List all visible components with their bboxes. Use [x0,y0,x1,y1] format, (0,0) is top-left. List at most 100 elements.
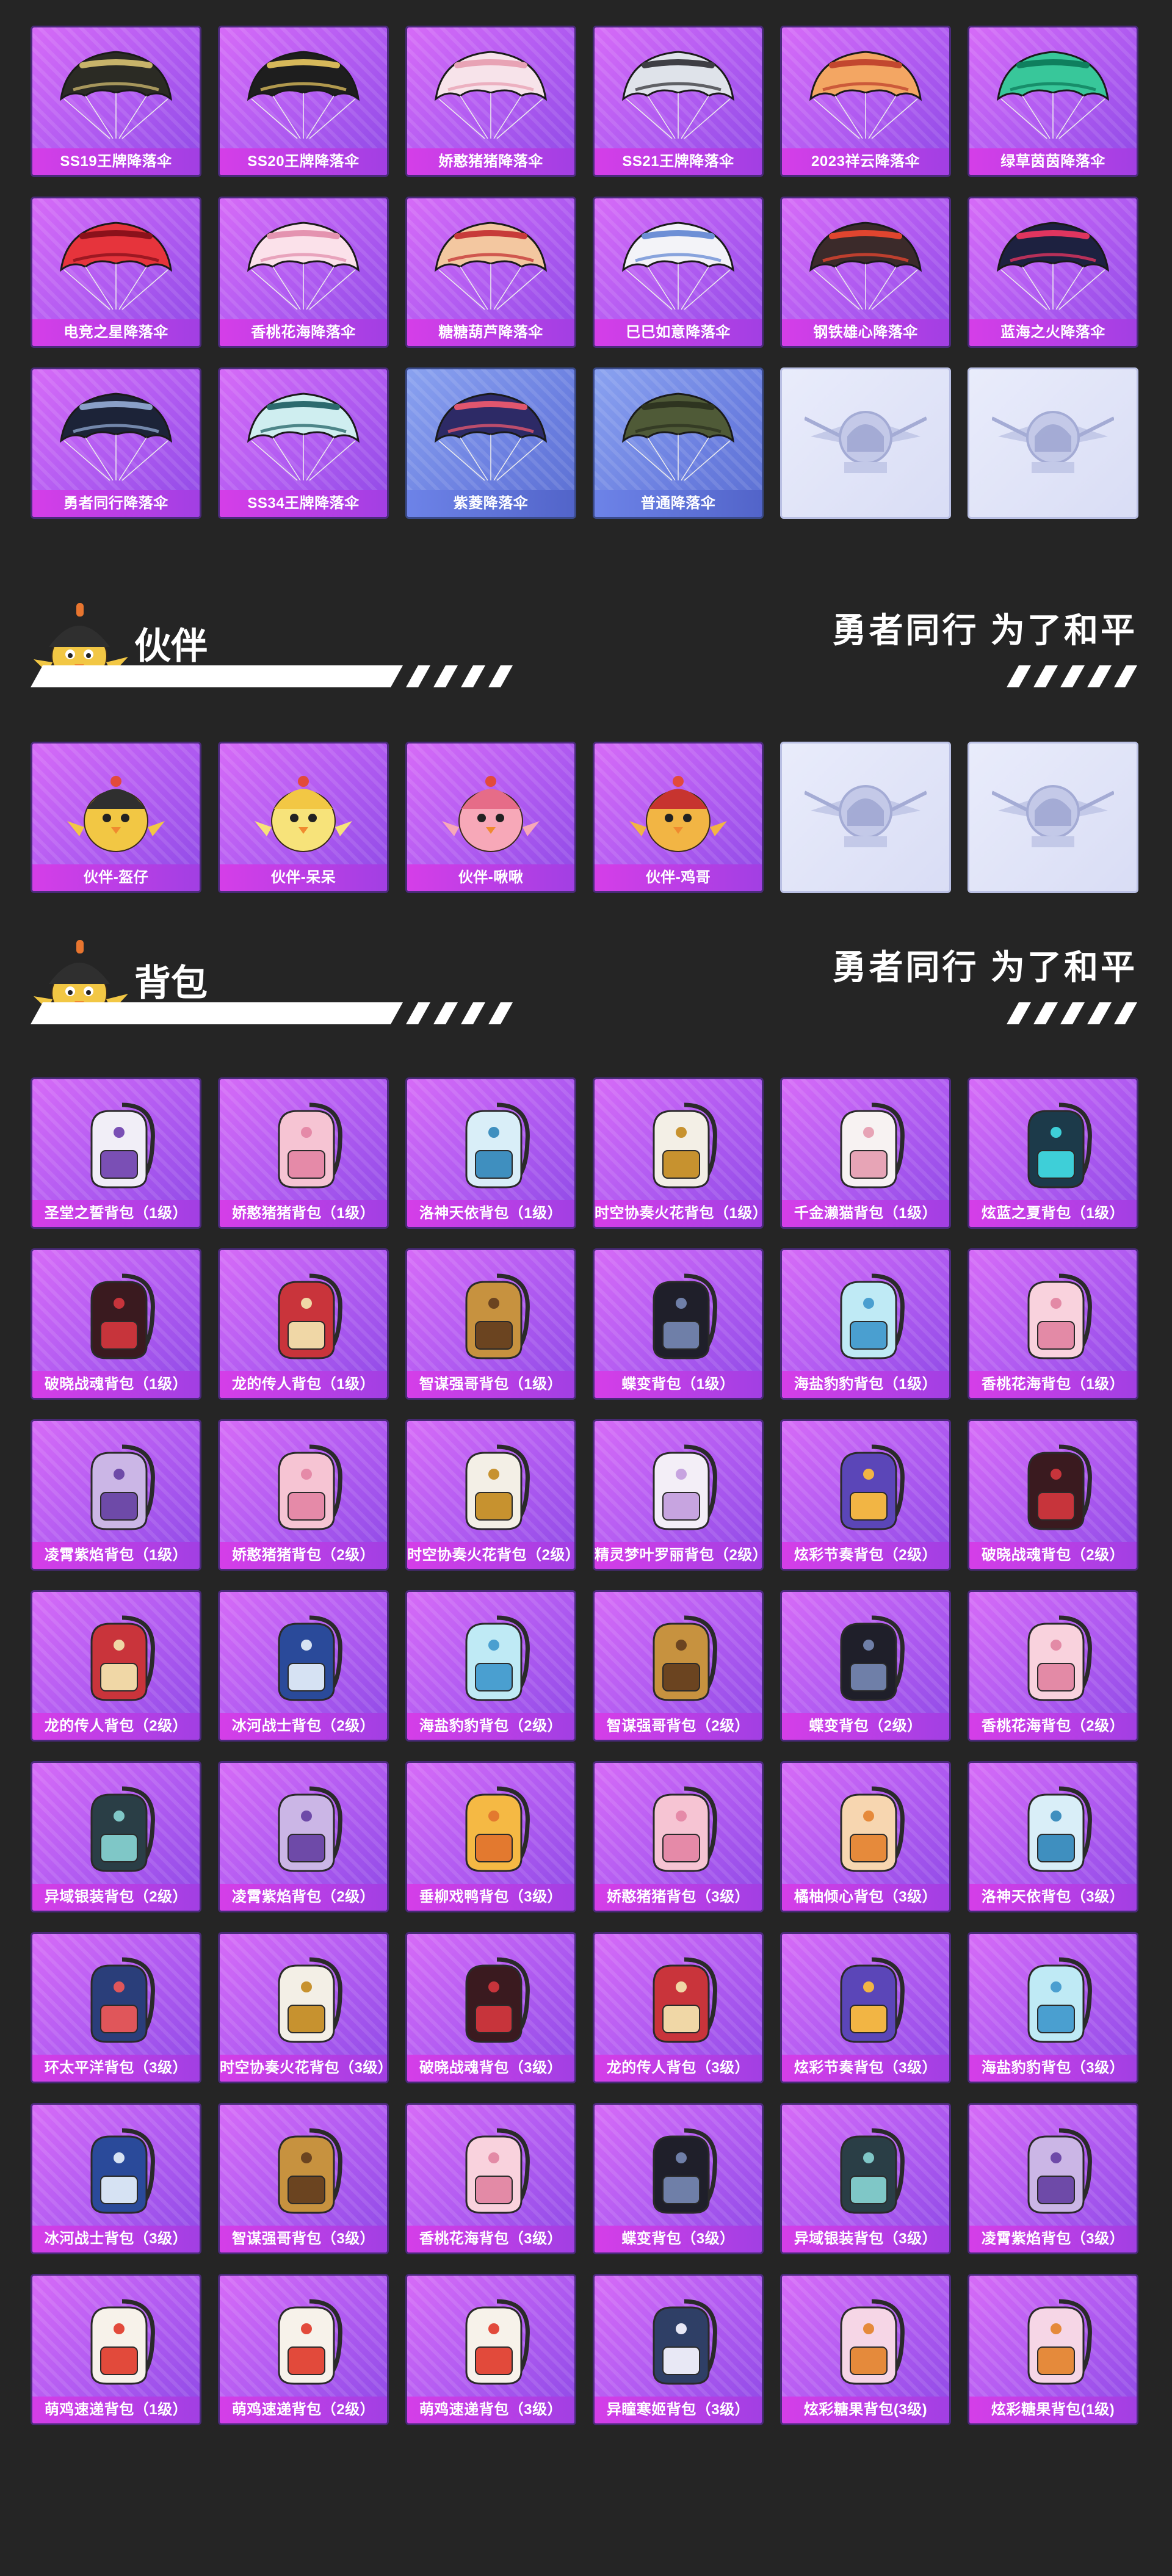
item-card[interactable]: 异域银装背包（3级） [780,2103,951,2254]
item-card[interactable]: 炫彩糖果背包(1级) [968,2274,1138,2425]
item-card[interactable]: 时空协奏火花背包（2级） [405,1419,576,1571]
item-card[interactable]: 洛神天依背包（1级） [405,1077,576,1229]
item-card[interactable]: 时空协奏火花背包（1级） [593,1077,764,1229]
item-label: 破晓战魂背包（3级） [407,2055,574,2082]
item-card[interactable]: 破晓战魂背包（2级） [968,1419,1138,1571]
backpack-icon [278,2299,342,2385]
backpack-icon [90,1957,155,2043]
backpack-icon [278,2128,342,2214]
item-card[interactable]: 糖糖葫芦降落伞 [405,197,576,348]
item-card[interactable]: 异域银装背包（2级） [31,1761,201,1912]
item-card[interactable]: 伙伴-鸡哥 [593,742,764,893]
item-card[interactable]: 绿草茵茵降落伞 [968,26,1138,177]
item-card[interactable]: 伙伴-呆呆 [218,742,389,893]
item-card[interactable]: 蝶变背包（3级） [593,2103,764,2254]
item-card[interactable]: 海盐豹豹背包（1级） [780,1248,951,1400]
item-card[interactable]: 勇者同行降落伞 [31,367,201,519]
parachute-icon [60,222,172,310]
item-label: 洛神天依背包（1级） [407,1200,574,1227]
item-card[interactable]: 娇憨猪猪背包（2级） [218,1419,389,1571]
item-card[interactable]: 巳巳如意降落伞 [593,197,764,348]
item-card[interactable]: 炫彩节奏背包（2级） [780,1419,951,1571]
item-label: 蝶变背包（2级） [782,1713,949,1740]
backpack-icon [90,1273,155,1359]
item-label: 海盐豹豹背包（3级） [969,2055,1137,2082]
item-label: 蓝海之火降落伞 [969,319,1137,346]
item-card[interactable]: SS34王牌降落伞 [218,367,389,519]
item-card[interactable]: 炫蓝之夏背包（1级） [968,1077,1138,1229]
item-card[interactable]: 智谋强哥背包（3级） [218,2103,389,2254]
item-card[interactable]: 冰河战士背包（3级） [31,2103,201,2254]
backpack-icon [90,1615,155,1701]
item-card[interactable]: 智谋强哥背包（2级） [593,1590,764,1742]
item-card[interactable]: 香桃花海降落伞 [218,197,389,348]
item-card[interactable]: 智谋强哥背包（1级） [405,1248,576,1400]
item-card[interactable]: 龙的传人背包（2级） [31,1590,201,1742]
item-card[interactable]: 蝶变背包（2级） [780,1590,951,1742]
item-card[interactable]: 垂柳戏鸭背包（3级） [405,1761,576,1912]
item-card[interactable]: 破晓战魂背包（1级） [31,1248,201,1400]
item-label: 香桃花海背包（1级） [969,1371,1137,1398]
item-card[interactable]: 香桃花海背包（3级） [405,2103,576,2254]
pubg-emblem-icon [805,411,927,473]
backpack-icon [653,2299,717,2385]
item-card[interactable]: 香桃花海背包（1级） [968,1248,1138,1400]
item-label: 萌鸡速递背包（1级） [32,2397,200,2423]
backpack-icon [840,2299,905,2385]
item-card[interactable]: 凌霄紫焰背包（3级） [968,2103,1138,2254]
item-card[interactable]: 环太平洋背包（3级） [31,1932,201,2083]
item-card[interactable]: 电竞之星降落伞 [31,197,201,348]
item-card[interactable]: 萌鸡速递背包（1级） [31,2274,201,2425]
item-card[interactable]: 萌鸡速递背包（3级） [405,2274,576,2425]
item-card[interactable]: 娇憨猪猪降落伞 [405,26,576,177]
item-card[interactable]: SS21王牌降落伞 [593,26,764,177]
item-card[interactable]: 伙伴-啾啾 [405,742,576,893]
item-card[interactable]: 2023祥云降落伞 [780,26,951,177]
item-card[interactable]: 龙的传人背包（3级） [593,1932,764,2083]
item-card[interactable]: 紫菱降落伞 [405,367,576,519]
item-card[interactable]: 凌霄紫焰背包（1级） [31,1419,201,1571]
item-card[interactable]: 精灵梦叶罗丽背包（2级） [593,1419,764,1571]
item-card[interactable]: 普通降落伞 [593,367,764,519]
backpack-icon [465,2128,530,2214]
item-card[interactable]: 千金濑猫背包（1级） [780,1077,951,1229]
item-card[interactable]: 炫彩糖果背包(3级) [780,2274,951,2425]
item-card[interactable]: 橘柚倾心背包（3级） [780,1761,951,1912]
item-card[interactable]: 萌鸡速递背包（2级） [218,2274,389,2425]
empty-item-card[interactable] [968,742,1138,893]
pubg-emblem-icon [992,411,1114,473]
backpack-icon [840,1444,905,1530]
item-card[interactable]: 凌霄紫焰背包（2级） [218,1761,389,1912]
backpack-icon [653,1444,717,1530]
item-card[interactable]: 龙的传人背包（1级） [218,1248,389,1400]
item-card[interactable]: SS20王牌降落伞 [218,26,389,177]
item-label: 炫彩节奏背包（2级） [782,1542,949,1569]
item-label: 炫蓝之夏背包（1级） [969,1200,1137,1227]
item-label: 智谋强哥背包（1级） [407,1371,574,1398]
item-card[interactable]: 异瞳寒姬背包（3级） [593,2274,764,2425]
item-card[interactable]: 破晓战魂背包（3级） [405,1932,576,2083]
empty-item-card[interactable] [780,367,951,519]
item-card[interactable]: 钢铁雄心降落伞 [780,197,951,348]
item-card[interactable]: 时空协奏火花背包（3级） [218,1932,389,2083]
item-card[interactable]: 海盐豹豹背包（3级） [968,1932,1138,2083]
item-card[interactable]: 洛神天依背包（3级） [968,1761,1138,1912]
item-label: 普通降落伞 [595,490,762,517]
backpack-icon [465,1786,530,1872]
backpack-icon [840,1102,905,1189]
item-card[interactable]: 娇憨猪猪背包（1级） [218,1077,389,1229]
item-card[interactable]: 海盐豹豹背包（2级） [405,1590,576,1742]
item-card[interactable]: 炫彩节奏背包（3级） [780,1932,951,2083]
backpack-icon [1027,1786,1092,1872]
item-card[interactable]: 冰河战士背包（2级） [218,1590,389,1742]
item-card[interactable]: 伙伴-盔仔 [31,742,201,893]
item-card[interactable]: 娇憨猪猪背包（3级） [593,1761,764,1912]
empty-item-card[interactable] [780,742,951,893]
item-card[interactable]: SS19王牌降落伞 [31,26,201,177]
item-card[interactable]: 蝶变背包（1级） [593,1248,764,1400]
item-card[interactable]: 香桃花海背包（2级） [968,1590,1138,1742]
item-card[interactable]: 蓝海之火降落伞 [968,197,1138,348]
item-card[interactable]: 圣堂之誓背包（1级） [31,1077,201,1229]
item-label: 巳巳如意降落伞 [595,319,762,346]
empty-item-card[interactable] [968,367,1138,519]
